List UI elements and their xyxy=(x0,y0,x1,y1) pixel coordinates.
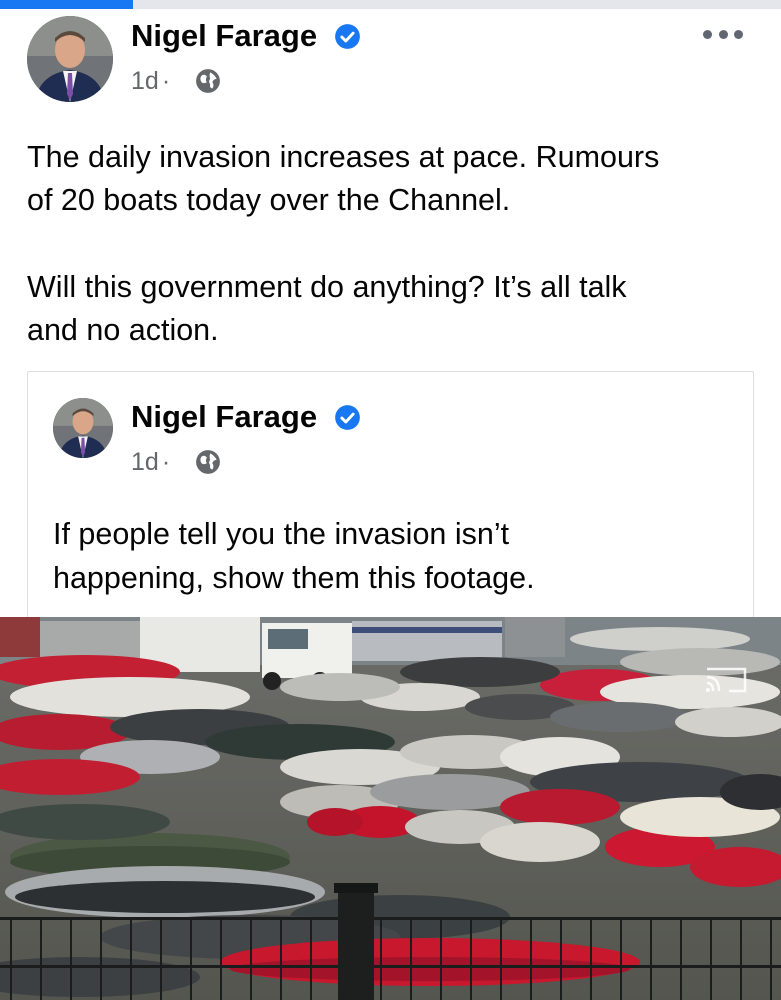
shared-author-photo xyxy=(53,398,113,458)
post-text-line: The daily invasion increases at pace. Ru… xyxy=(27,140,660,174)
post-text-line: Will this government do anything? It’s a… xyxy=(27,270,627,304)
post-timestamp[interactable]: 1d xyxy=(131,67,159,95)
boats-footage-image xyxy=(0,617,781,1000)
video-thumbnail[interactable] xyxy=(0,617,781,1000)
more-dot xyxy=(718,29,728,39)
loading-progress-bar xyxy=(0,0,781,9)
verified-badge-icon xyxy=(335,405,360,430)
shared-post-timestamp[interactable]: 1d xyxy=(131,448,159,476)
cast-icon[interactable] xyxy=(703,665,749,695)
verified-badge-icon xyxy=(335,24,360,49)
shared-post-author-name[interactable]: Nigel Farage xyxy=(131,399,317,435)
author-photo xyxy=(27,16,113,102)
meta-separator: · xyxy=(161,448,171,476)
meta-separator: · xyxy=(161,67,171,95)
shared-post-text-line: If people tell you the invasion isn’t xyxy=(53,517,510,551)
post-text-line: of 20 boats today over the Channel. xyxy=(27,183,511,217)
more-dot xyxy=(734,29,743,39)
shared-post-text-line: happening, show them this footage. xyxy=(53,561,535,595)
globe-icon xyxy=(196,450,220,474)
post-author-name[interactable]: Nigel Farage xyxy=(131,18,317,54)
shared-post-meta: 1d · xyxy=(131,447,173,477)
author-avatar[interactable] xyxy=(27,16,113,102)
post-meta: 1d · xyxy=(131,66,173,96)
more-options-icon[interactable] xyxy=(703,22,743,46)
globe-icon xyxy=(196,69,220,93)
more-dot xyxy=(703,29,712,39)
shared-author-avatar[interactable] xyxy=(53,398,113,458)
post-text-line: and no action. xyxy=(27,313,219,347)
loading-progress-fill xyxy=(0,0,133,9)
